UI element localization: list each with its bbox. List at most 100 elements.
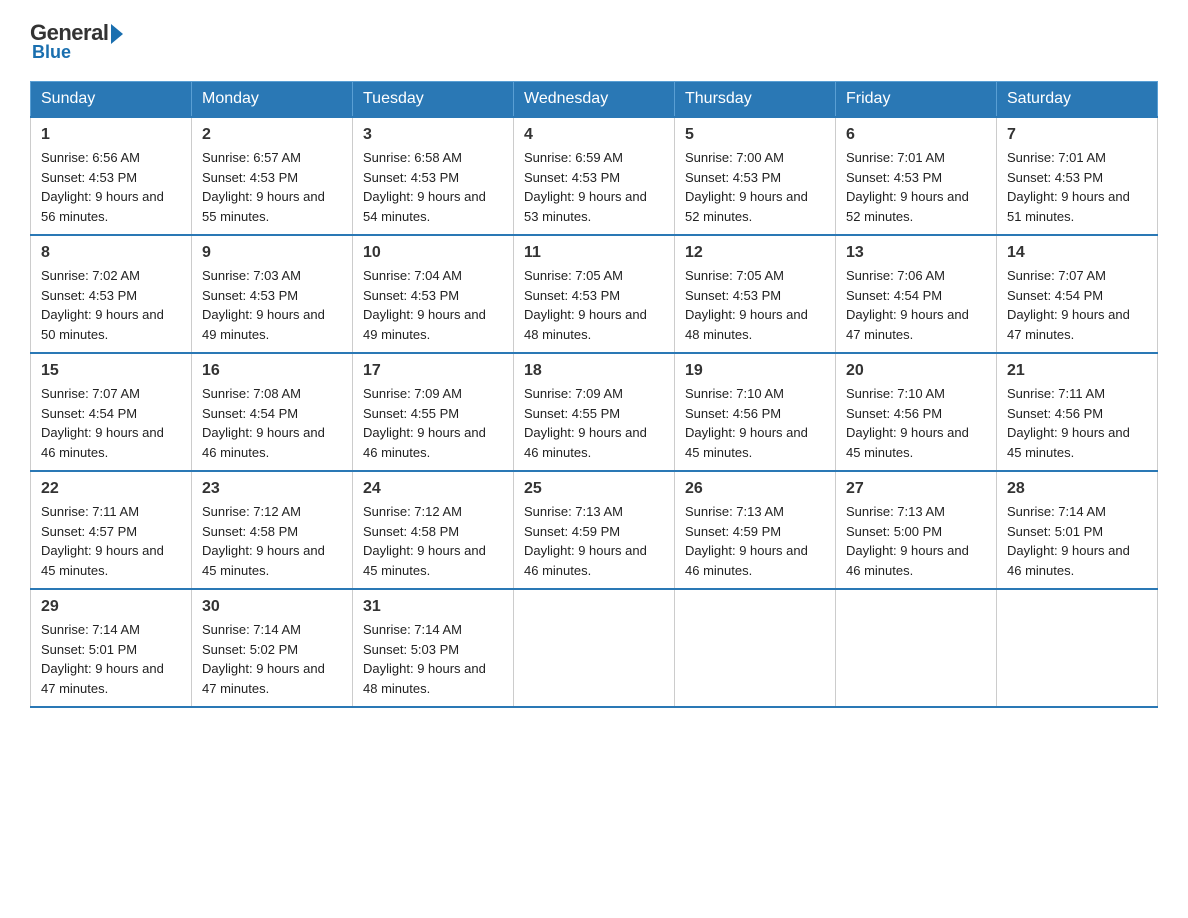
day-info: Sunrise: 7:11 AMSunset: 4:56 PMDaylight:… (1007, 384, 1147, 462)
day-info: Sunrise: 7:02 AMSunset: 4:53 PMDaylight:… (41, 266, 181, 344)
calendar-cell: 12 Sunrise: 7:05 AMSunset: 4:53 PMDaylig… (675, 235, 836, 353)
day-number: 2 (202, 126, 342, 144)
day-info: Sunrise: 7:03 AMSunset: 4:53 PMDaylight:… (202, 266, 342, 344)
day-number: 18 (524, 362, 664, 380)
calendar-cell: 30 Sunrise: 7:14 AMSunset: 5:02 PMDaylig… (192, 589, 353, 707)
day-info: Sunrise: 7:09 AMSunset: 4:55 PMDaylight:… (363, 384, 503, 462)
day-number: 30 (202, 598, 342, 616)
calendar-cell: 14 Sunrise: 7:07 AMSunset: 4:54 PMDaylig… (997, 235, 1158, 353)
day-number: 16 (202, 362, 342, 380)
day-info: Sunrise: 6:58 AMSunset: 4:53 PMDaylight:… (363, 148, 503, 226)
calendar-cell: 20 Sunrise: 7:10 AMSunset: 4:56 PMDaylig… (836, 353, 997, 471)
calendar-cell: 2 Sunrise: 6:57 AMSunset: 4:53 PMDayligh… (192, 117, 353, 235)
day-number: 10 (363, 244, 503, 262)
day-info: Sunrise: 7:14 AMSunset: 5:02 PMDaylight:… (202, 620, 342, 698)
calendar-cell: 18 Sunrise: 7:09 AMSunset: 4:55 PMDaylig… (514, 353, 675, 471)
day-info: Sunrise: 7:01 AMSunset: 4:53 PMDaylight:… (846, 148, 986, 226)
day-info: Sunrise: 7:12 AMSunset: 4:58 PMDaylight:… (363, 502, 503, 580)
calendar-cell (514, 589, 675, 707)
day-number: 1 (41, 126, 181, 144)
page-header: General Blue (30, 20, 1158, 63)
weekday-header-sunday: Sunday (31, 82, 192, 118)
calendar-cell: 21 Sunrise: 7:11 AMSunset: 4:56 PMDaylig… (997, 353, 1158, 471)
day-info: Sunrise: 7:14 AMSunset: 5:01 PMDaylight:… (41, 620, 181, 698)
calendar-cell: 15 Sunrise: 7:07 AMSunset: 4:54 PMDaylig… (31, 353, 192, 471)
day-info: Sunrise: 7:07 AMSunset: 4:54 PMDaylight:… (1007, 266, 1147, 344)
weekday-header-row: SundayMondayTuesdayWednesdayThursdayFrid… (31, 82, 1158, 118)
day-number: 7 (1007, 126, 1147, 144)
day-number: 8 (41, 244, 181, 262)
calendar-cell: 24 Sunrise: 7:12 AMSunset: 4:58 PMDaylig… (353, 471, 514, 589)
calendar-cell: 11 Sunrise: 7:05 AMSunset: 4:53 PMDaylig… (514, 235, 675, 353)
weekday-header-thursday: Thursday (675, 82, 836, 118)
day-info: Sunrise: 7:09 AMSunset: 4:55 PMDaylight:… (524, 384, 664, 462)
day-info: Sunrise: 7:05 AMSunset: 4:53 PMDaylight:… (524, 266, 664, 344)
calendar-cell: 26 Sunrise: 7:13 AMSunset: 4:59 PMDaylig… (675, 471, 836, 589)
calendar-cell: 13 Sunrise: 7:06 AMSunset: 4:54 PMDaylig… (836, 235, 997, 353)
day-number: 13 (846, 244, 986, 262)
day-number: 14 (1007, 244, 1147, 262)
day-number: 6 (846, 126, 986, 144)
calendar-cell: 27 Sunrise: 7:13 AMSunset: 5:00 PMDaylig… (836, 471, 997, 589)
calendar-week-row: 1 Sunrise: 6:56 AMSunset: 4:53 PMDayligh… (31, 117, 1158, 235)
weekday-header-saturday: Saturday (997, 82, 1158, 118)
day-info: Sunrise: 6:57 AMSunset: 4:53 PMDaylight:… (202, 148, 342, 226)
day-number: 19 (685, 362, 825, 380)
weekday-header-wednesday: Wednesday (514, 82, 675, 118)
day-number: 29 (41, 598, 181, 616)
day-info: Sunrise: 7:13 AMSunset: 5:00 PMDaylight:… (846, 502, 986, 580)
calendar-cell: 3 Sunrise: 6:58 AMSunset: 4:53 PMDayligh… (353, 117, 514, 235)
day-number: 3 (363, 126, 503, 144)
calendar-cell: 10 Sunrise: 7:04 AMSunset: 4:53 PMDaylig… (353, 235, 514, 353)
day-info: Sunrise: 7:06 AMSunset: 4:54 PMDaylight:… (846, 266, 986, 344)
day-info: Sunrise: 7:10 AMSunset: 4:56 PMDaylight:… (846, 384, 986, 462)
day-number: 28 (1007, 480, 1147, 498)
day-number: 12 (685, 244, 825, 262)
calendar-cell (836, 589, 997, 707)
calendar-cell: 8 Sunrise: 7:02 AMSunset: 4:53 PMDayligh… (31, 235, 192, 353)
calendar-cell: 1 Sunrise: 6:56 AMSunset: 4:53 PMDayligh… (31, 117, 192, 235)
calendar-week-row: 22 Sunrise: 7:11 AMSunset: 4:57 PMDaylig… (31, 471, 1158, 589)
day-number: 22 (41, 480, 181, 498)
day-number: 9 (202, 244, 342, 262)
day-info: Sunrise: 7:14 AMSunset: 5:03 PMDaylight:… (363, 620, 503, 698)
day-number: 27 (846, 480, 986, 498)
day-info: Sunrise: 6:59 AMSunset: 4:53 PMDaylight:… (524, 148, 664, 226)
calendar-table: SundayMondayTuesdayWednesdayThursdayFrid… (30, 81, 1158, 708)
calendar-cell: 6 Sunrise: 7:01 AMSunset: 4:53 PMDayligh… (836, 117, 997, 235)
day-number: 5 (685, 126, 825, 144)
day-number: 23 (202, 480, 342, 498)
day-number: 25 (524, 480, 664, 498)
calendar-cell: 16 Sunrise: 7:08 AMSunset: 4:54 PMDaylig… (192, 353, 353, 471)
day-info: Sunrise: 7:05 AMSunset: 4:53 PMDaylight:… (685, 266, 825, 344)
day-info: Sunrise: 7:07 AMSunset: 4:54 PMDaylight:… (41, 384, 181, 462)
day-number: 26 (685, 480, 825, 498)
calendar-cell: 19 Sunrise: 7:10 AMSunset: 4:56 PMDaylig… (675, 353, 836, 471)
day-info: Sunrise: 7:13 AMSunset: 4:59 PMDaylight:… (685, 502, 825, 580)
day-number: 15 (41, 362, 181, 380)
calendar-cell: 5 Sunrise: 7:00 AMSunset: 4:53 PMDayligh… (675, 117, 836, 235)
calendar-cell: 31 Sunrise: 7:14 AMSunset: 5:03 PMDaylig… (353, 589, 514, 707)
calendar-week-row: 8 Sunrise: 7:02 AMSunset: 4:53 PMDayligh… (31, 235, 1158, 353)
calendar-cell: 23 Sunrise: 7:12 AMSunset: 4:58 PMDaylig… (192, 471, 353, 589)
day-info: Sunrise: 7:13 AMSunset: 4:59 PMDaylight:… (524, 502, 664, 580)
calendar-cell: 7 Sunrise: 7:01 AMSunset: 4:53 PMDayligh… (997, 117, 1158, 235)
calendar-cell (675, 589, 836, 707)
weekday-header-monday: Monday (192, 82, 353, 118)
day-info: Sunrise: 7:11 AMSunset: 4:57 PMDaylight:… (41, 502, 181, 580)
calendar-cell: 29 Sunrise: 7:14 AMSunset: 5:01 PMDaylig… (31, 589, 192, 707)
calendar-week-row: 15 Sunrise: 7:07 AMSunset: 4:54 PMDaylig… (31, 353, 1158, 471)
day-number: 4 (524, 126, 664, 144)
day-info: Sunrise: 7:12 AMSunset: 4:58 PMDaylight:… (202, 502, 342, 580)
calendar-cell: 17 Sunrise: 7:09 AMSunset: 4:55 PMDaylig… (353, 353, 514, 471)
day-info: Sunrise: 7:14 AMSunset: 5:01 PMDaylight:… (1007, 502, 1147, 580)
calendar-cell (997, 589, 1158, 707)
logo-arrow-icon (111, 24, 123, 44)
day-info: Sunrise: 7:10 AMSunset: 4:56 PMDaylight:… (685, 384, 825, 462)
weekday-header-friday: Friday (836, 82, 997, 118)
day-info: Sunrise: 6:56 AMSunset: 4:53 PMDaylight:… (41, 148, 181, 226)
weekday-header-tuesday: Tuesday (353, 82, 514, 118)
calendar-week-row: 29 Sunrise: 7:14 AMSunset: 5:01 PMDaylig… (31, 589, 1158, 707)
calendar-cell: 28 Sunrise: 7:14 AMSunset: 5:01 PMDaylig… (997, 471, 1158, 589)
day-number: 20 (846, 362, 986, 380)
